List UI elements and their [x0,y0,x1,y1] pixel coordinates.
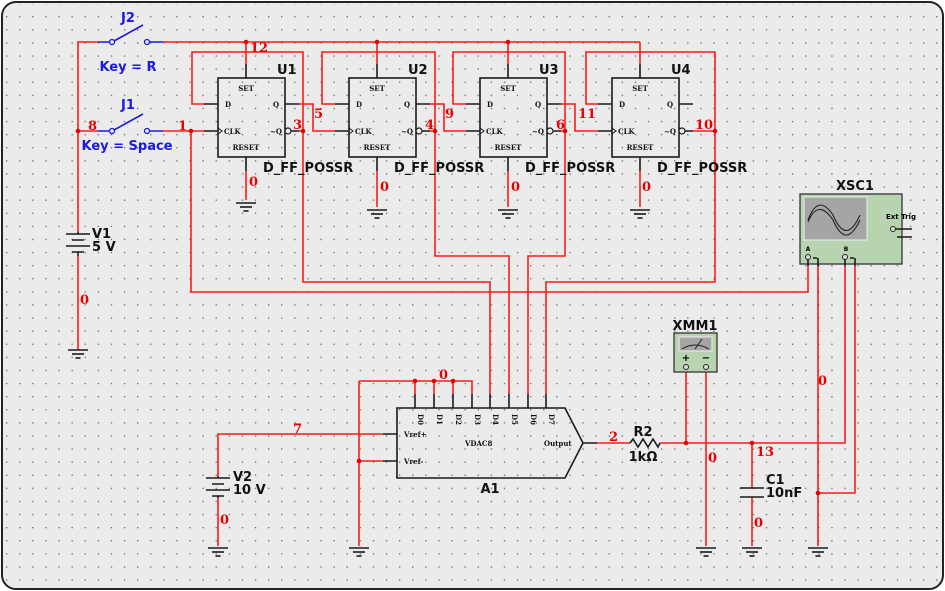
pin-q: Q [404,100,410,109]
schematic-canvas[interactable]: J2 Key = R J1 Key = Space V1 5 V V2 10 V… [0,0,945,591]
source-value: 5 V [92,240,116,255]
pin-d: D [619,100,625,109]
net-label: 9 [445,107,454,122]
dac-vref-plus: Vref+ [403,430,427,439]
pin-qbar: ~Q [664,127,676,136]
pin-set: SET [500,84,516,93]
ext-trig-terminal[interactable] [890,226,896,232]
flipflop-name: U4 [671,63,691,78]
terminal-minus[interactable] [703,364,709,370]
pin-clk: CLK [618,127,635,136]
switch-name: J1 [120,98,135,113]
dac-pin-d0: D0 [416,414,425,425]
pin-set: SET [238,84,254,93]
pin-q: Q [535,100,541,109]
net-label: 0 [249,175,258,190]
dac-vref-minus: Vref- [403,457,423,466]
net-label: 0 [511,180,520,195]
net-label: 0 [754,516,763,531]
pin-set: SET [369,84,385,93]
net-label: 8 [88,119,97,134]
capacitor-value: 10nF [766,486,802,501]
net-label: 5 [314,107,323,122]
flipflop-model: D_FF_POSSR [525,161,615,176]
multimeter-xmm1[interactable]: XMM1 + − [673,319,718,373]
channel-a-terminal[interactable] [805,254,811,260]
pin-reset: RESET [495,143,523,152]
multimeter-plus: + [682,353,690,364]
resistor-value: 1kΩ [629,450,658,465]
multimeter-name: XMM1 [673,319,718,334]
dac-pin-d1: D1 [435,414,444,425]
pin-reset: RESET [233,143,261,152]
net-label: 0 [642,180,651,195]
net-label: 0 [220,513,229,528]
dac-pin-d4: D4 [491,414,500,425]
flipflop-model: D_FF_POSSR [263,161,353,176]
pin-clk: CLK [486,127,503,136]
pin-reset: RESET [364,143,392,152]
dac-pin-d6: D6 [529,414,538,425]
multimeter-minus: − [702,353,710,364]
net-label: 0 [439,368,448,383]
net-label: 7 [293,422,302,437]
channel-b-terminal[interactable] [842,254,848,260]
switch-key: Key = R [99,60,156,75]
dac-output: Output [544,439,572,448]
channel-a-label: A [806,246,811,253]
switch-key: Key = Space [81,139,172,154]
pin-set: SET [632,84,648,93]
net-label: 1 [178,119,187,134]
pin-q: Q [667,100,673,109]
flipflop-model: D_FF_POSSR [657,161,747,176]
pin-qbar: ~Q [532,127,544,136]
flipflop-name: U3 [539,63,559,78]
net-label: 12 [250,41,268,56]
pin-reset: RESET [627,143,655,152]
oscilloscope-name: XSC1 [836,179,874,194]
pin-d: D [487,100,493,109]
switch-name: J2 [120,11,135,26]
pin-clk: CLK [224,127,241,136]
dac-pin-d7: D7 [547,414,556,425]
pin-q: Q [273,100,279,109]
resistor-name: R2 [633,425,652,440]
net-label: 0 [818,374,827,389]
net-label: 4 [425,118,434,133]
net-label: 11 [578,107,596,122]
net-label: 6 [556,118,565,133]
dac-pin-d2: D2 [454,414,463,425]
dac-pin-d3: D3 [473,414,482,425]
net-label: 0 [380,180,389,195]
net-label: 13 [756,445,774,460]
flipflop-model: D_FF_POSSR [394,161,484,176]
ext-trig-label: Ext Trig [886,213,916,221]
pin-qbar: ~Q [270,127,282,136]
net-label: 2 [609,430,618,445]
flipflop-name: U1 [277,63,297,78]
dac-type: VDAC8 [464,439,493,448]
channel-b-label: B [844,246,849,253]
circuit-schematic[interactable]: J2 Key = R J1 Key = Space V1 5 V V2 10 V… [0,0,945,591]
terminal-plus[interactable] [683,364,689,370]
net-label: 0 [80,293,89,308]
flipflop-name: U2 [408,63,428,78]
source-value: 10 V [233,483,266,498]
pin-d: D [225,100,231,109]
pin-d: D [356,100,362,109]
dac-pin-d5: D5 [510,414,519,425]
net-label: 10 [695,118,713,133]
net-label: 3 [293,118,302,133]
dac-name: A1 [480,482,499,497]
pin-qbar: ~Q [401,127,413,136]
pin-clk: CLK [355,127,372,136]
net-label: 0 [708,451,717,466]
